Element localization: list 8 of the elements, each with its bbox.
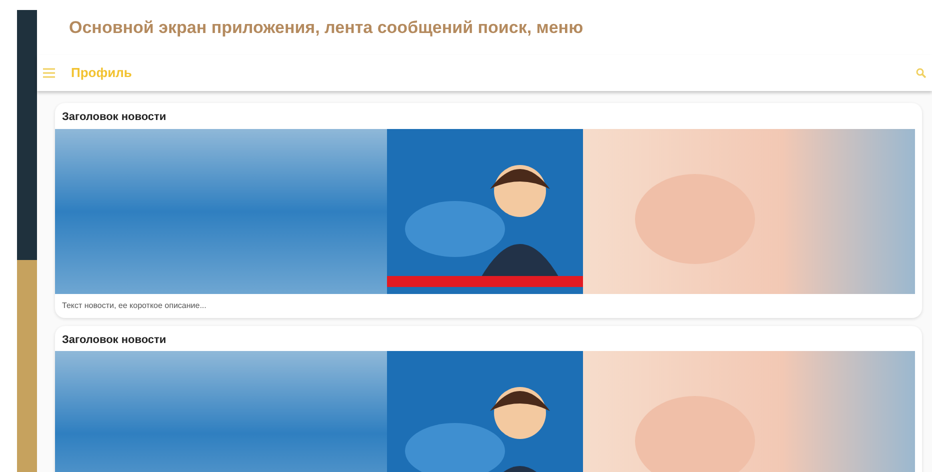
news-card[interactable]: Заголовок новости (55, 326, 922, 472)
news-title: Заголовок новости (61, 332, 168, 348)
news-title: Заголовок новости (61, 110, 168, 125)
news-card[interactable]: Заголовок новости Текст новости, ее короткое описание... (55, 103, 922, 318)
search-icon[interactable] (916, 68, 926, 78)
news-description: Текст новости, ее короткое описание... (61, 300, 208, 312)
menu-icon[interactable] (43, 68, 55, 78)
page-title: Основной экран приложения, лента сообщений поиск, меню (69, 16, 584, 39)
